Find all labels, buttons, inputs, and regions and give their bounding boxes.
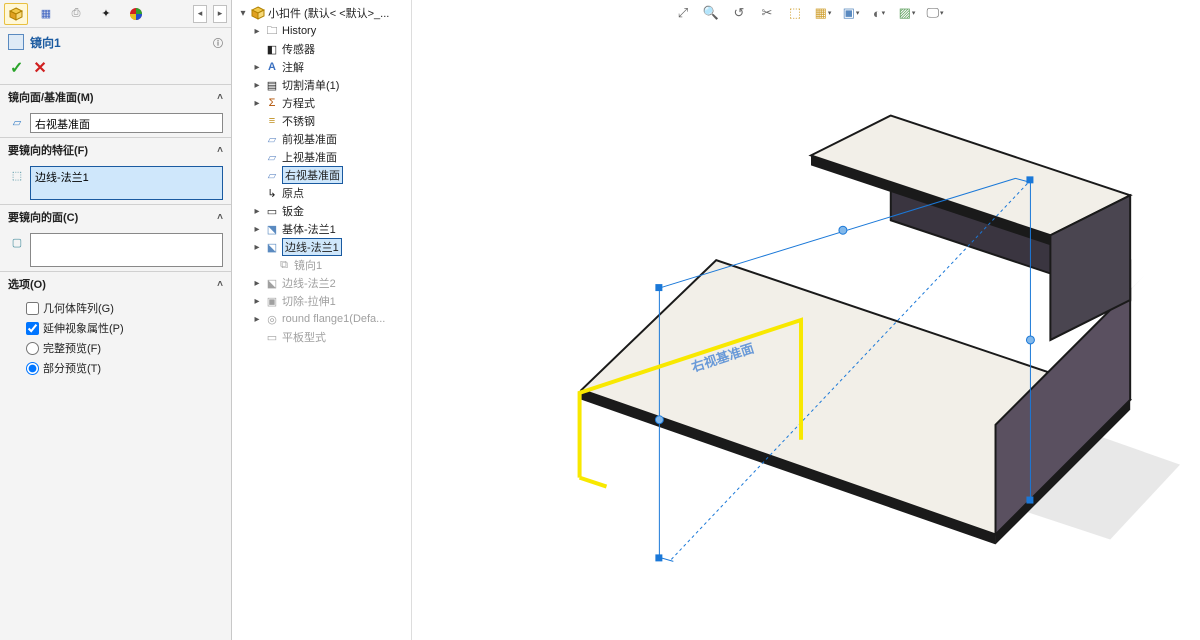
ok-button[interactable]: ✓ — [10, 58, 23, 78]
property-manager-panel: ▦ ⎙ ✦ ◂ ▸ 镜向1 ⓘ ✓ ✕ 镜向面/基准面(M) ˄ ▱ 右视基准面 — [0, 0, 232, 640]
section-features-to-mirror[interactable]: 要镜向的特征(F) ˄ — [0, 137, 231, 162]
tree-root[interactable]: ▾ 小扣件 (默认< <默认>_... — [234, 4, 409, 22]
tree-cut-extrude[interactable]: ▸▣切除-拉伸1 — [234, 292, 409, 310]
tab-scroll-right[interactable]: ▸ — [213, 5, 227, 23]
tab-feature-manager[interactable] — [4, 3, 28, 25]
sheetmetal-icon: ▭ — [264, 204, 280, 218]
tree-sensors[interactable]: ◧传感器 — [234, 40, 409, 58]
tree-history[interactable]: ▸🗀History — [234, 22, 409, 40]
ok-cancel-row: ✓ ✕ — [0, 56, 231, 84]
cube-icon — [9, 7, 23, 21]
round-flange-icon: ◎ — [264, 312, 280, 326]
tree-right-plane[interactable]: ▱右视基准面 — [234, 166, 409, 184]
section-options[interactable]: 选项(O) ˄ — [0, 271, 231, 296]
mirror-feature-icon — [8, 34, 24, 50]
graphics-viewport[interactable]: ⤢ 🔍 ↺ ✂ ⬚ ▦ ▣ ◐ ▨ 🖵 — [412, 0, 1200, 640]
edge-flange-icon: ⬕ — [264, 276, 280, 290]
origin-icon: ↳ — [264, 186, 280, 200]
mirror-icon: ⧉ — [276, 258, 292, 272]
equation-icon: Σ — [264, 96, 280, 110]
section-mirror-plane[interactable]: 镜向面/基准面(M) ˄ — [0, 84, 231, 109]
tab-config-manager[interactable]: ⎙ — [64, 3, 88, 25]
feature-title: 镜向1 — [30, 34, 61, 51]
chevron-up-icon: ˄ — [217, 145, 223, 156]
edge-flange-icon: ⬕ — [264, 240, 280, 254]
tree-equations[interactable]: ▸Σ方程式 — [234, 94, 409, 112]
plane-select-icon: ▱ — [8, 113, 26, 131]
plane-icon: ▱ — [264, 132, 280, 146]
tab-dimxpert[interactable]: ✦ — [94, 3, 118, 25]
cut-icon: ▣ — [264, 294, 280, 308]
mirror-plane-input[interactable]: 右视基准面 — [30, 113, 223, 133]
panel-tab-strip: ▦ ⎙ ✦ ◂ ▸ — [0, 0, 231, 28]
tree-front-plane[interactable]: ▱前视基准面 — [234, 130, 409, 148]
material-icon: ≡ — [264, 114, 280, 128]
tree-round-flange[interactable]: ▸◎round flange1(Defa... — [234, 310, 409, 328]
features-to-mirror-input[interactable]: 边线-法兰1 — [30, 166, 223, 200]
tree-base-flange[interactable]: ▸⬔基体-法兰1 — [234, 220, 409, 238]
model-render: 右视基准面 — [412, 0, 1200, 640]
tree-mirror-1[interactable]: ⧉镜向1 — [234, 256, 409, 274]
cancel-button[interactable]: ✕ — [33, 58, 46, 78]
option-full-preview[interactable]: 完整预览(F) — [26, 340, 221, 356]
annotation-icon: A — [264, 60, 280, 74]
tree-material[interactable]: ≡不锈钢 — [234, 112, 409, 130]
plane-icon: ▱ — [264, 168, 280, 182]
section-faces-to-mirror[interactable]: 要镜向的面(C) ˄ — [0, 204, 231, 229]
tree-origin[interactable]: ↳原点 — [234, 184, 409, 202]
folder-icon: 🗀 — [264, 24, 280, 38]
chevron-up-icon: ˄ — [217, 279, 223, 290]
tab-property-manager[interactable]: ▦ — [34, 3, 58, 25]
tree-cutlist[interactable]: ▸▤切割清单(1) — [234, 76, 409, 94]
faces-to-mirror-input[interactable] — [30, 233, 223, 267]
tree-sheetmetal[interactable]: ▸▭钣金 — [234, 202, 409, 220]
option-partial-preview[interactable]: 部分预览(T) — [26, 360, 221, 376]
tree-top-plane[interactable]: ▱上视基准面 — [234, 148, 409, 166]
tab-display-manager[interactable] — [124, 3, 148, 25]
options-group: 几何体阵列(G) 延伸视象属性(P) 完整预览(F) 部分预览(T) — [0, 296, 231, 380]
help-icon[interactable]: ⓘ — [213, 35, 223, 50]
flange-icon: ⬔ — [264, 222, 280, 236]
sensor-icon: ◧ — [264, 42, 280, 56]
tree-flat-pattern[interactable]: ▭平板型式 — [234, 328, 409, 346]
tree-edge-flange-1[interactable]: ▸⬕边线-法兰1 — [234, 238, 409, 256]
chevron-up-icon: ˄ — [217, 212, 223, 223]
plane-icon: ▱ — [264, 150, 280, 164]
tree-annotations[interactable]: ▸A注解 — [234, 58, 409, 76]
option-body-pattern[interactable]: 几何体阵列(G) — [26, 300, 221, 316]
tab-scroll-left[interactable]: ◂ — [193, 5, 207, 23]
chevron-up-icon: ˄ — [217, 92, 223, 103]
flat-pattern-icon: ▭ — [264, 330, 280, 344]
flyout-feature-tree: ▾ 小扣件 (默认< <默认>_... ▸🗀History ◧传感器 ▸A注解 … — [232, 0, 412, 640]
face-select-icon: ▢ — [8, 233, 26, 251]
option-propagate-visual[interactable]: 延伸视象属性(P) — [26, 320, 221, 336]
cutlist-icon: ▤ — [264, 78, 280, 92]
feature-select-icon: ⬚ — [8, 166, 26, 184]
feature-title-bar: 镜向1 ⓘ — [0, 28, 231, 56]
color-wheel-icon — [129, 7, 143, 21]
tree-edge-flange-2[interactable]: ▸⬕边线-法兰2 — [234, 274, 409, 292]
